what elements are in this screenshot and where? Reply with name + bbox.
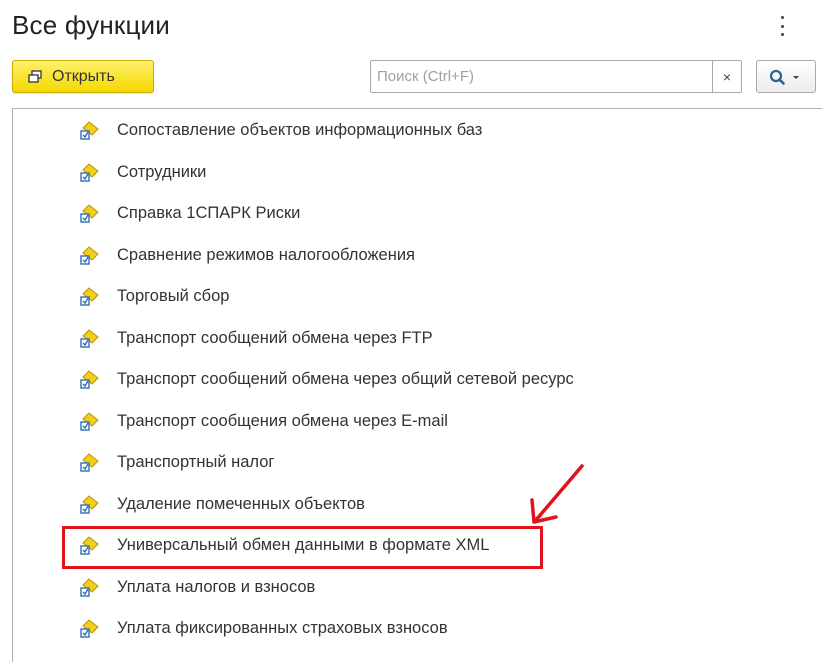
list-item[interactable]: Справка 1СПАРК Риски [13, 194, 803, 234]
all-functions-window: Все функции Открыть × Сопоставление объе… [0, 0, 836, 662]
list-item-label: Транспорт сообщения обмена через E-mail [117, 411, 448, 430]
list-item[interactable]: Транспорт сообщений обмена через FTP [13, 319, 803, 359]
data-processor-icon [80, 494, 99, 514]
list-item-label: Удаление помеченных объектов [117, 494, 365, 513]
list-item[interactable]: Транспорт сообщения обмена через E-mail [13, 402, 803, 442]
data-processor-icon [80, 162, 99, 182]
list-item[interactable]: Торговый сбор [13, 277, 803, 317]
list-item[interactable]: Транспорт сообщений обмена через общий с… [13, 360, 803, 400]
arrow-annotation [530, 464, 584, 524]
list-item-label: Торговый сбор [117, 287, 230, 305]
list-item-label: Транспорт сообщений обмена через общий с… [117, 370, 574, 388]
list-item-label: Уплата налогов и взносов [117, 577, 316, 596]
data-processor-icon [80, 619, 99, 638]
chevron-down-icon [793, 75, 799, 79]
search-input[interactable] [371, 61, 712, 92]
data-processor-icon [80, 370, 99, 389]
list-item[interactable]: Сотрудники [13, 153, 803, 193]
open-button[interactable]: Открыть [12, 60, 154, 93]
data-processor-icon [80, 121, 99, 140]
list-item-label: Уплата фиксированных страховых взносов [117, 619, 448, 637]
list-item[interactable]: Уплата налогов и взносов [13, 568, 803, 608]
list-item-label: Сравнение режимов налогообложения [117, 245, 415, 264]
data-processor-icon [80, 328, 99, 348]
list-item[interactable]: Сопоставление объектов информационных ба… [13, 111, 803, 151]
list-item-label: Сопоставление объектов информационных ба… [117, 121, 483, 139]
data-processor-icon [80, 287, 99, 306]
list-item[interactable]: Сравнение режимов налогообложения [13, 236, 803, 276]
clear-search-button[interactable]: × [712, 60, 742, 93]
page-title: Все функции [12, 10, 170, 40]
data-processor-icon [80, 411, 99, 431]
list-item[interactable]: Уплата фиксированных страховых взносов [13, 609, 803, 649]
list-item[interactable]: Транспортный налог [13, 443, 803, 483]
search-icon [769, 69, 799, 85]
open-button-label: Открыть [52, 67, 115, 85]
list-item[interactable]: Удаление помеченных объектов [13, 485, 803, 525]
list-item-label: Транспортный налог [117, 453, 275, 471]
more-vertical-icon[interactable] [775, 14, 789, 38]
open-window-icon [28, 69, 42, 83]
data-processor-icon [80, 577, 99, 597]
data-processor-icon [80, 204, 99, 223]
list-item-label: Справка 1СПАРК Риски [117, 204, 301, 222]
search-button[interactable] [756, 60, 816, 93]
list-item-label: Сотрудники [117, 162, 207, 181]
data-processor-icon [80, 245, 99, 265]
highlight-annotation [62, 526, 543, 569]
data-processor-icon [80, 453, 99, 472]
functions-list: Сопоставление объектов информационных ба… [12, 108, 822, 662]
search-box[interactable] [370, 60, 712, 93]
list-item-label: Транспорт сообщений обмена через FTP [117, 328, 433, 347]
